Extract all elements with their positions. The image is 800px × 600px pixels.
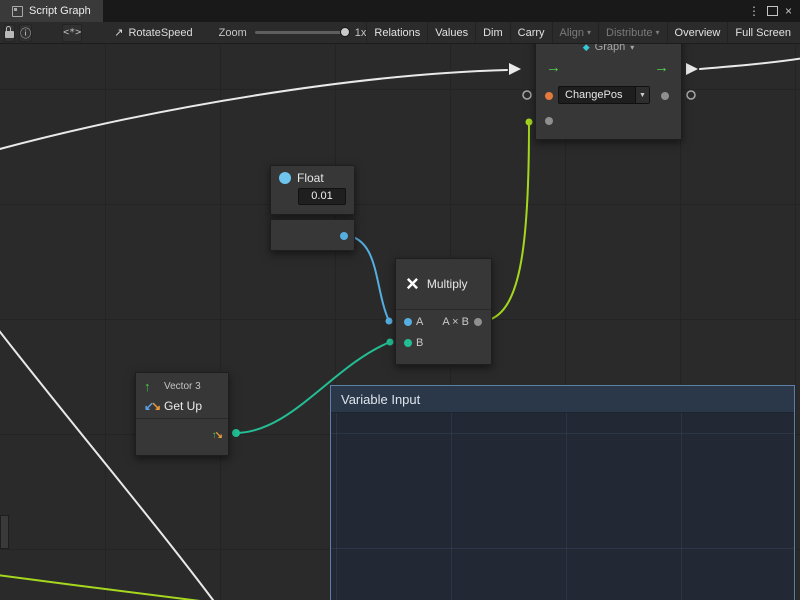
vector3-node-header: ↑ Vector 3 ↙↘ Get Up — [136, 373, 228, 419]
float-node-header: Float 0.01 — [270, 165, 355, 215]
flow-port-row: → → — [536, 57, 681, 83]
graph-canvas[interactable]: Variable Input Float 0.01 × Multiply — [0, 44, 800, 600]
zoom-value: 1x — [355, 27, 367, 39]
overview-button[interactable]: Overview — [667, 22, 728, 43]
info-icon: ⓘ — [20, 25, 31, 41]
value-input-port[interactable] — [545, 117, 553, 125]
variable-row: ChangePos ▼ — [536, 83, 681, 109]
graph-name: RotateSpeed — [128, 27, 192, 39]
vector3-type-label: Vector 3 — [164, 381, 220, 392]
float-node[interactable]: Float 0.01 — [270, 165, 355, 251]
float-node-body — [270, 219, 355, 251]
chevron-down-icon: ▾ — [630, 44, 634, 52]
output-label: A × B — [442, 312, 469, 333]
graph-breadcrumb[interactable]: ↗ RotateSpeed — [114, 26, 192, 39]
code-view-button[interactable]: <*> — [62, 24, 82, 42]
tab-title: Script Graph — [29, 5, 91, 17]
offscreen-node-fragment[interactable] — [0, 515, 9, 549]
multiply-node[interactable]: × Multiply A A × B B — [395, 258, 492, 365]
wire-end-port[interactable] — [526, 119, 533, 126]
info-button[interactable]: ⓘ — [19, 24, 32, 42]
wire-arrowhead-out-icon — [686, 63, 698, 75]
zoom-label: Zoom — [219, 27, 247, 39]
unconnected-port-right[interactable] — [687, 91, 695, 99]
input-port-b[interactable] — [404, 339, 412, 347]
pane-menu-icon[interactable]: ⋮ — [748, 5, 760, 17]
fullscreen-button[interactable]: Full Screen — [727, 22, 798, 43]
distribute-button[interactable]: Distribute ▾ — [598, 22, 666, 43]
graph-toolbar: ⓘ <*> ↗ RotateSpeed Zoom 1x Relations Va… — [0, 22, 800, 44]
zoom-slider[interactable] — [255, 31, 347, 34]
unconnected-port-left[interactable] — [523, 91, 531, 99]
variable-input-body — [331, 413, 794, 600]
wire-flow-in[interactable] — [0, 70, 507, 150]
script-graph-icon — [12, 6, 23, 17]
wire-white-diagonal[interactable] — [0, 328, 216, 600]
graph-ref-icon: ↗ — [114, 26, 123, 39]
multiply-icon: × — [406, 273, 419, 295]
variable-input-title: Variable Input — [341, 392, 420, 407]
graph-asset-icon: ◆ — [583, 44, 590, 52]
chevron-down-icon: ▾ — [587, 28, 591, 37]
vector3-axes-icon: ↙↘ — [144, 399, 164, 413]
wire-lime-bottom[interactable] — [0, 575, 216, 600]
flow-in-port[interactable]: → — [546, 59, 561, 76]
variable-input-header[interactable]: Variable Input — [331, 386, 794, 413]
variable-input-panel[interactable]: Variable Input — [330, 385, 795, 600]
wire-flow-out[interactable] — [700, 58, 800, 69]
multiply-node-title: Multiply — [427, 277, 468, 291]
unity-script-graph-window: Script Graph ⋮ × ⓘ <*> ↗ RotateSpeed Zoo… — [0, 0, 800, 600]
relations-button[interactable]: Relations — [366, 22, 427, 43]
changepos-dropdown[interactable]: ChangePos ▼ — [558, 86, 650, 104]
wire-start-port[interactable] — [232, 429, 240, 437]
port-a-label: A — [416, 312, 423, 333]
carry-button[interactable]: Carry — [510, 22, 552, 43]
changepos-dropdown-value: ChangePos — [559, 87, 635, 103]
dropdown-caret-icon: ▼ — [635, 87, 649, 103]
titlebar: Script Graph ⋮ × — [0, 0, 800, 22]
wire-end-port[interactable] — [386, 318, 393, 325]
port-b-label: B — [416, 333, 423, 354]
multiply-row-b: B — [396, 333, 491, 354]
window-controls: ⋮ × — [748, 0, 800, 22]
tab-script-graph[interactable]: Script Graph — [0, 0, 103, 22]
vector3-output-port[interactable]: ↑↘ — [212, 430, 221, 441]
zoom-control: Zoom 1x — [219, 27, 367, 39]
vector3-up-icon: ↑ — [144, 379, 164, 394]
variable-name-port[interactable] — [545, 92, 553, 100]
vector3-getup-node[interactable]: ↑ Vector 3 ↙↘ Get Up ↑↘ — [135, 372, 229, 456]
dim-button[interactable]: Dim — [475, 22, 510, 43]
toolbar-buttons: Relations Values Dim Carry Align ▾ Distr… — [366, 22, 798, 43]
multiply-row-a: A A × B — [396, 312, 491, 333]
value-input-row — [536, 109, 681, 133]
wire-arrowhead-in-icon — [509, 63, 521, 75]
align-button[interactable]: Align ▾ — [552, 22, 598, 43]
close-icon[interactable]: × — [785, 5, 792, 17]
graph-field[interactable]: ◆ Graph ▾ — [536, 44, 681, 57]
float-value-input[interactable]: 0.01 — [298, 188, 346, 205]
graph-field-label: Graph — [595, 44, 626, 53]
float-output-port[interactable] — [340, 232, 348, 240]
code-icon: <*> — [63, 27, 81, 38]
zoom-slider-handle[interactable] — [340, 27, 350, 37]
flow-out-port[interactable]: → — [654, 59, 669, 76]
chevron-down-icon: ▾ — [656, 28, 660, 37]
wire-end-port[interactable] — [387, 339, 394, 346]
values-button[interactable]: Values — [427, 22, 475, 43]
changepos-node[interactable]: ◆ Graph ▾ → → ChangePos ▼ — [535, 44, 682, 140]
float-type-icon — [279, 172, 291, 184]
float-node-title: Float — [297, 171, 324, 185]
input-port-a[interactable] — [404, 318, 412, 326]
getup-node-title: Get Up — [164, 399, 220, 413]
variable-output-port[interactable] — [661, 92, 669, 100]
vector3-node-body: ↑↘ — [136, 419, 228, 455]
lock-icon — [5, 31, 14, 38]
maximize-icon[interactable] — [767, 6, 778, 16]
lock-button[interactable] — [4, 24, 15, 42]
output-port-axb[interactable] — [474, 318, 482, 326]
multiply-node-header: × Multiply — [396, 259, 491, 310]
